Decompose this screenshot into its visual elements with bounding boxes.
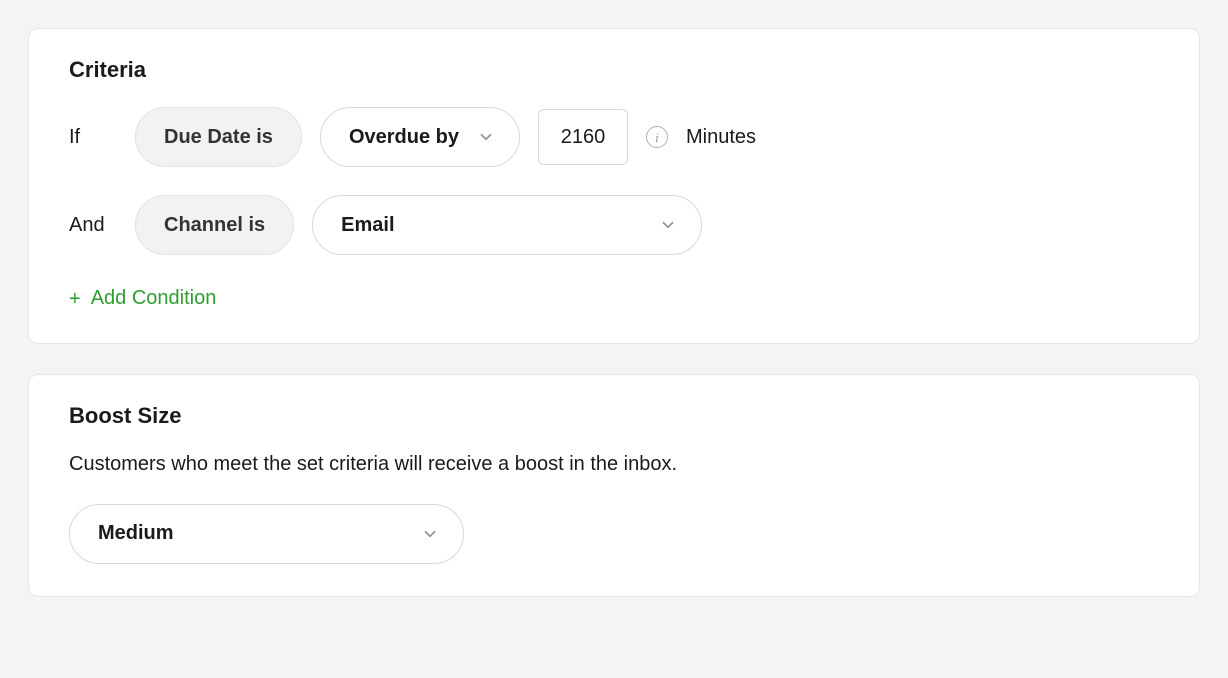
- operator-select-overdue[interactable]: Overdue by: [320, 107, 520, 167]
- field-pill-due-date: Due Date is: [135, 107, 302, 167]
- chevron-down-icon: [659, 216, 677, 234]
- plus-icon: +: [69, 289, 81, 309]
- field-pill-channel: Channel is: [135, 195, 294, 255]
- criteria-title: Criteria: [69, 57, 1159, 83]
- operator-select-label: Overdue by: [349, 126, 459, 149]
- add-condition-label: Add Condition: [91, 287, 217, 310]
- channel-select[interactable]: Email: [312, 195, 702, 255]
- criteria-row: And Channel is Email: [69, 195, 1159, 255]
- boost-size-label: Medium: [98, 522, 174, 545]
- add-condition-button[interactable]: + Add Condition: [69, 287, 216, 310]
- overdue-minutes-input[interactable]: 2160: [538, 109, 628, 165]
- row-prefix: And: [69, 214, 117, 237]
- chevron-down-icon: [477, 128, 495, 146]
- criteria-row: If Due Date is Overdue by 2160 i Minutes: [69, 107, 1159, 167]
- boost-description: Customers who meet the set criteria will…: [69, 453, 1159, 476]
- channel-select-label: Email: [341, 214, 394, 237]
- boost-title: Boost Size: [69, 403, 1159, 429]
- chevron-down-icon: [421, 525, 439, 543]
- row-prefix: If: [69, 126, 117, 149]
- info-icon[interactable]: i: [646, 126, 668, 148]
- boost-card: Boost Size Customers who meet the set cr…: [28, 374, 1200, 597]
- overdue-unit-label: Minutes: [686, 126, 756, 149]
- criteria-card: Criteria If Due Date is Overdue by 2160 …: [28, 28, 1200, 344]
- boost-size-select[interactable]: Medium: [69, 504, 464, 564]
